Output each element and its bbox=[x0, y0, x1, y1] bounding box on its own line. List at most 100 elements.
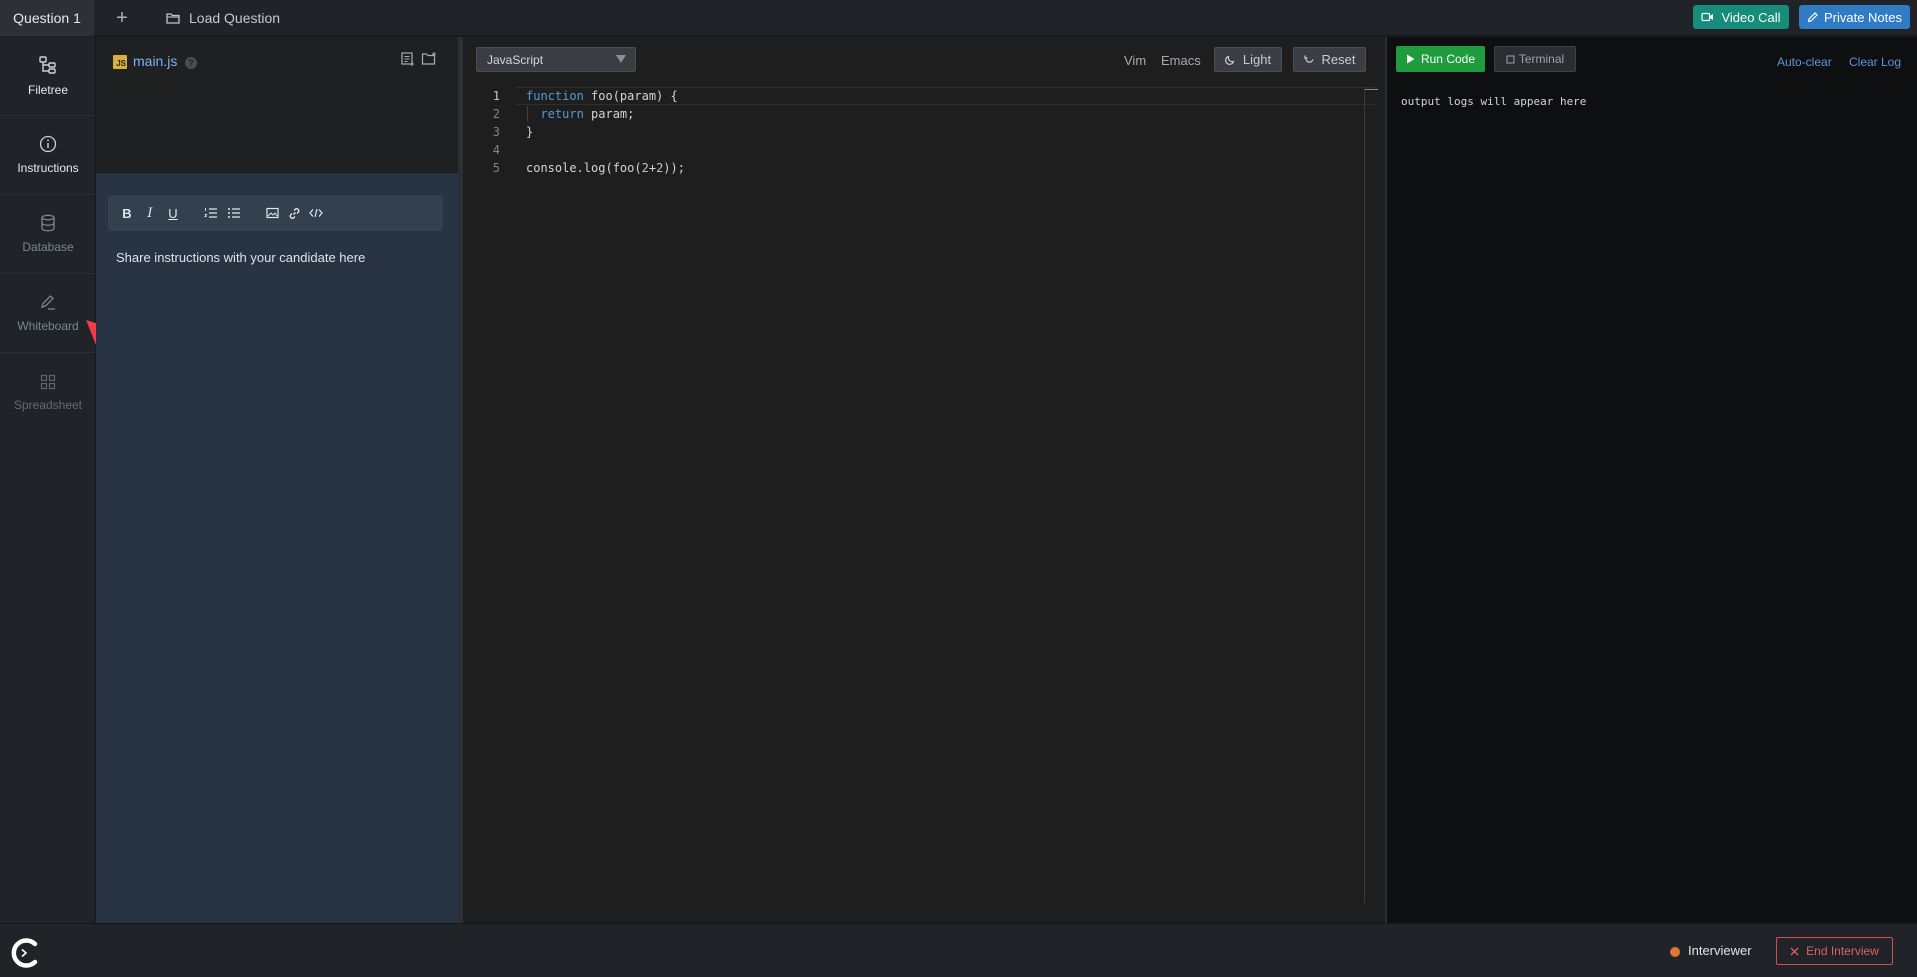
line-number: 1 bbox=[492, 89, 500, 103]
link-icon bbox=[289, 207, 299, 219]
language-select[interactable]: JavaScript bbox=[476, 47, 636, 72]
rich-text-toolbar: B I U bbox=[108, 195, 443, 231]
app-logo-icon[interactable] bbox=[8, 936, 42, 970]
play-icon bbox=[1406, 54, 1415, 64]
caret-down-icon bbox=[616, 55, 626, 63]
rail-label-filetree: Filetree bbox=[27, 83, 68, 97]
auto-clear-toggle[interactable]: Auto-clear bbox=[1777, 55, 1832, 69]
underline-button[interactable]: U bbox=[164, 204, 182, 222]
vim-mode-toggle[interactable]: Vim bbox=[1124, 53, 1146, 68]
bold-button[interactable]: B bbox=[118, 204, 136, 222]
instructions-editor[interactable]: Share instructions with your candidate h… bbox=[116, 250, 365, 265]
private-notes-label: Private Notes bbox=[1823, 9, 1903, 25]
clear-log-button[interactable]: Clear Log bbox=[1849, 55, 1901, 69]
tab-question-1[interactable]: Question 1 bbox=[0, 0, 94, 36]
grid-icon bbox=[40, 374, 56, 389]
ordered-list-button[interactable] bbox=[202, 204, 220, 222]
close-icon bbox=[1790, 947, 1799, 955]
italic-button[interactable]: I bbox=[141, 204, 159, 222]
terminal-button[interactable]: Terminal bbox=[1494, 46, 1576, 72]
video-call-button[interactable]: Video Call bbox=[1693, 5, 1789, 29]
code-token: console.log(foo( bbox=[526, 161, 642, 175]
new-folder-icon[interactable] bbox=[421, 51, 437, 67]
video-call-label: Video Call bbox=[1721, 9, 1781, 25]
rail-label-database: Database bbox=[22, 240, 74, 254]
reset-icon bbox=[1303, 55, 1314, 63]
filetree-icon bbox=[39, 56, 56, 74]
light-theme-label: Light bbox=[1242, 52, 1272, 67]
file-name-main-js[interactable]: main.js bbox=[133, 53, 177, 69]
code-token-keyword: function bbox=[526, 89, 584, 103]
help-icon[interactable]: ? bbox=[185, 57, 197, 69]
code-line: return param; bbox=[526, 107, 634, 121]
light-theme-button[interactable]: Light bbox=[1214, 47, 1282, 72]
reset-label: Reset bbox=[1321, 52, 1356, 67]
code-line: console.log(foo(2+2)); bbox=[526, 161, 685, 175]
image-icon bbox=[265, 207, 279, 219]
language-select-value: JavaScript bbox=[487, 52, 544, 67]
end-interview-label: End Interview bbox=[1806, 944, 1879, 958]
bullet-list-button[interactable] bbox=[225, 204, 243, 222]
load-question-label: Load Question bbox=[189, 10, 281, 26]
pencil-icon bbox=[1807, 11, 1818, 22]
editor-scrollbar[interactable] bbox=[1364, 87, 1365, 903]
rail-label-spreadsheet: Spreadsheet bbox=[13, 397, 83, 412]
code-token: )); bbox=[663, 161, 685, 175]
load-question-button[interactable]: Load Question bbox=[166, 0, 280, 36]
pen-icon bbox=[41, 295, 55, 310]
output-panel: Run Code Terminal Auto-clear Clear Log o… bbox=[1387, 37, 1917, 923]
file-panel: JS main.js ? bbox=[96, 37, 458, 173]
moon-icon bbox=[1224, 55, 1235, 65]
side-rail: Filetree Instructions Database Whiteboar… bbox=[0, 37, 96, 923]
tab-label: Question 1 bbox=[13, 10, 81, 26]
database-icon bbox=[41, 214, 55, 232]
bullet-list-icon bbox=[228, 208, 240, 218]
reset-button[interactable]: Reset bbox=[1293, 47, 1366, 72]
code-token-number: 2 bbox=[641, 161, 649, 175]
private-notes-button[interactable]: Private Notes bbox=[1799, 5, 1910, 29]
top-bar: Question 1 + Load Question Video Call Pr… bbox=[0, 0, 1917, 36]
rail-item-instructions[interactable]: Instructions bbox=[0, 116, 96, 195]
code-token: param; bbox=[583, 107, 635, 121]
terminal-label: Terminal bbox=[1518, 52, 1565, 66]
rail-item-filetree[interactable]: Filetree bbox=[0, 37, 96, 116]
code-icon bbox=[309, 208, 323, 218]
code-token: } bbox=[526, 125, 534, 139]
bottom-bar: Interviewer End Interview bbox=[0, 923, 1917, 977]
code-token: foo(param) { bbox=[583, 89, 678, 103]
status-indicator bbox=[1670, 947, 1680, 957]
code-line: } bbox=[526, 125, 533, 139]
terminal-icon bbox=[1506, 55, 1515, 63]
emacs-mode-toggle[interactable]: Emacs bbox=[1161, 53, 1201, 68]
code-token-keyword: return bbox=[540, 107, 584, 121]
run-code-label: Run Code bbox=[1420, 52, 1476, 66]
line-number: 3 bbox=[492, 125, 500, 139]
output-log: output logs will appear here bbox=[1401, 95, 1587, 108]
insert-image-button[interactable] bbox=[263, 204, 281, 222]
rail-label-whiteboard: Whiteboard bbox=[17, 319, 79, 333]
plus-icon: + bbox=[116, 6, 128, 29]
js-file-icon: JS bbox=[113, 55, 127, 69]
overview-ruler-mark bbox=[1365, 89, 1378, 90]
new-file-icon[interactable] bbox=[400, 51, 416, 67]
insert-link-button[interactable] bbox=[285, 204, 303, 222]
add-tab-button[interactable]: + bbox=[104, 0, 140, 36]
end-interview-button[interactable]: End Interview bbox=[1776, 937, 1893, 965]
code-block-button[interactable] bbox=[307, 204, 325, 222]
line-number: 4 bbox=[492, 143, 500, 157]
line-number: 2 bbox=[492, 107, 500, 121]
info-icon bbox=[39, 135, 57, 153]
ordered-list-icon bbox=[204, 208, 217, 218]
rail-item-database[interactable]: Database bbox=[0, 195, 96, 274]
line-number: 5 bbox=[492, 161, 500, 175]
role-label: Interviewer bbox=[1688, 943, 1752, 958]
code-token: + bbox=[648, 161, 657, 175]
folder-icon bbox=[166, 13, 180, 24]
instructions-panel: B I U Share instructions with your candi… bbox=[96, 173, 458, 923]
code-editor-panel: JavaScript Vim Emacs Light Reset 1 2 3 4… bbox=[463, 37, 1385, 923]
run-code-button[interactable]: Run Code bbox=[1396, 46, 1485, 72]
code-line: function foo(param) { bbox=[526, 89, 678, 103]
video-camera-icon bbox=[1701, 12, 1714, 22]
rail-label-instructions: Instructions bbox=[17, 161, 79, 175]
